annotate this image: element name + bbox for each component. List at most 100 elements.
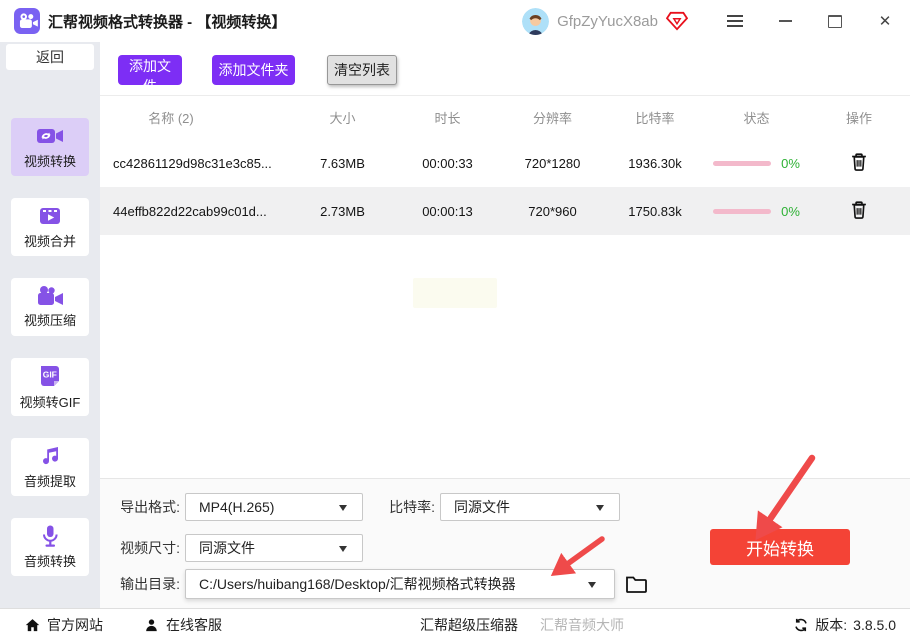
official-site-link[interactable]: 官方网站 <box>24 609 103 640</box>
column-header-action: 操作 <box>845 111 872 126</box>
vip-badge-icon[interactable] <box>666 11 688 31</box>
menu-bars <box>727 15 743 27</box>
file-name: 44effb822d22cab99c01d... <box>113 203 267 219</box>
version-value: 3.8.5.0 <box>853 617 896 633</box>
progress-percent: 0% <box>781 155 800 171</box>
toolbar: 添加文件 添加文件夹 清空列表 <box>100 42 910 96</box>
progress-bar <box>713 160 772 166</box>
table-row[interactable]: cc42861129d98c31e3c85... 7.63MB 00:00:33… <box>100 139 910 187</box>
file-duration: 00:00:13 <box>422 203 473 219</box>
chevron-down-icon <box>339 505 347 511</box>
export-format-select[interactable]: MP4(H.265) <box>185 493 363 521</box>
audio-master-link[interactable]: 汇帮音频大师 <box>540 609 624 640</box>
file-size: 2.73MB <box>320 203 365 219</box>
back-button[interactable]: 返回 <box>6 44 94 70</box>
official-site-label: 官方网站 <box>47 617 103 633</box>
compressor-link[interactable]: 汇帮超级压缩器 <box>420 609 518 640</box>
bitrate-select[interactable]: 同源文件 <box>440 493 620 521</box>
version-label: 版本: <box>815 617 848 633</box>
file-bitrate: 1750.83k <box>628 203 682 219</box>
export-format-label: 导出格式: <box>120 499 180 515</box>
online-service-link[interactable]: 在线客服 <box>143 609 222 640</box>
file-size: 7.63MB <box>320 155 365 171</box>
add-file-button[interactable]: 添加文件 <box>118 55 182 94</box>
minimize-button[interactable] <box>760 0 810 42</box>
sidebar-item-label: 音频转换 <box>23 554 76 569</box>
title-bar: 汇帮视频格式转换器 - 【视频转换】 GfpZyYucX8ab ✕ <box>0 0 910 43</box>
output-dir-label: 输出目录: <box>120 576 180 592</box>
title-left: 汇帮视频格式转换器 - 【视频转换】 <box>0 8 286 34</box>
watermark <box>413 278 497 308</box>
file-status: 0% <box>705 156 808 171</box>
sidebar-item-video-convert[interactable]: 视频转换 <box>11 118 89 176</box>
video-compress-icon <box>36 285 64 307</box>
video-size-value: 同源文件 <box>199 540 255 556</box>
folder-icon[interactable] <box>624 572 648 596</box>
chevron-down-icon <box>596 505 604 511</box>
add-folder-button[interactable]: 添加文件夹 <box>212 55 295 85</box>
video-merge-icon <box>37 204 63 228</box>
svg-text:GIF: GIF <box>43 370 57 380</box>
trash-icon[interactable] <box>847 199 871 223</box>
refresh-icon[interactable] <box>793 617 809 633</box>
sidebar-item-label: 视频转换 <box>23 154 76 169</box>
column-header-bitrate: 比特率 <box>635 111 675 126</box>
output-dir-value: C:/Users/huibang168/Desktop/汇帮视频格式转换器 <box>199 576 516 592</box>
username-label[interactable]: GfpZyYucX8ab <box>557 13 658 30</box>
online-service-label: 在线客服 <box>166 617 222 633</box>
column-header-name: 名称 (2) <box>148 111 194 126</box>
column-header-status: 状态 <box>743 111 770 126</box>
video-convert-icon <box>36 124 64 148</box>
close-button[interactable]: ✕ <box>860 0 910 42</box>
column-header-duration: 时长 <box>434 111 461 126</box>
sidebar-item-video-to-gif[interactable]: GIF 视频转GIF <box>11 358 89 416</box>
sidebar-item-audio-convert[interactable]: 音频转换 <box>11 518 89 576</box>
app-window: 汇帮视频格式转换器 - 【视频转换】 GfpZyYucX8ab ✕ 返回 视频转… <box>0 0 910 640</box>
user-avatar[interactable] <box>522 7 550 35</box>
file-name: cc42861129d98c31e3c85... <box>113 155 272 171</box>
sidebar-item-label: 视频转GIF <box>19 395 81 410</box>
chevron-down-icon <box>588 582 596 588</box>
sidebar-item-video-compress[interactable]: 视频压缩 <box>11 278 89 336</box>
home-icon <box>25 618 40 631</box>
row-actions <box>808 199 910 223</box>
person-icon <box>146 618 157 631</box>
export-format-value: MP4(H.265) <box>199 499 275 515</box>
video-size-select[interactable]: 同源文件 <box>185 534 363 562</box>
trash-icon[interactable] <box>847 151 871 175</box>
version-info: 版本: 3.8.5.0 <box>793 609 896 640</box>
title-right: GfpZyYucX8ab ✕ <box>522 0 910 42</box>
window-title: 汇帮视频格式转换器 - 【视频转换】 <box>48 13 287 31</box>
maximize-button[interactable] <box>810 0 860 42</box>
sidebar-item-label: 视频合并 <box>23 234 76 249</box>
sidebar-item-video-merge[interactable]: 视频合并 <box>11 198 89 256</box>
app-icon <box>14 8 40 34</box>
chevron-down-icon <box>339 546 347 552</box>
file-duration: 00:00:33 <box>422 155 473 171</box>
sidebar-item-label: 视频压缩 <box>23 313 76 328</box>
sidebar-item-audio-extract[interactable]: 音频提取 <box>11 438 89 496</box>
settings-panel: 导出格式: MP4(H.265) 比特率: 同源文件 视频尺寸: 同源文件 输出… <box>100 478 910 609</box>
audio-convert-icon <box>38 524 62 548</box>
clear-list-button[interactable]: 清空列表 <box>327 55 397 85</box>
column-header-size: 大小 <box>329 111 356 126</box>
bitrate-label: 比特率: <box>389 499 435 515</box>
table-row[interactable]: 44effb822d22cab99c01d... 2.73MB 00:00:13… <box>100 187 910 235</box>
hamburger-menu-icon[interactable] <box>710 0 760 42</box>
file-resolution: 720*960 <box>528 203 577 219</box>
column-header-resolution: 分辨率 <box>532 111 572 126</box>
file-list-area: 添加文件 添加文件夹 清空列表 名称 (2) 大小 时长 分辨率 比特率 状态 … <box>100 42 910 478</box>
audio-extract-icon <box>38 444 62 468</box>
footer-bar: 官方网站 在线客服 汇帮超级压缩器 汇帮音频大师 版本: 3.8.5.0 <box>0 608 910 640</box>
table-header: 名称 (2) 大小 时长 分辨率 比特率 状态 操作 <box>100 96 910 139</box>
file-resolution: 720*1280 <box>524 155 581 171</box>
video-size-label: 视频尺寸: <box>120 540 180 556</box>
start-convert-button[interactable]: 开始转换 <box>710 529 850 565</box>
sidebar-item-label: 音频提取 <box>23 474 76 489</box>
progress-percent: 0% <box>781 203 800 219</box>
sidebar: 返回 视频转换 视频合并 视频压缩 GIF 视频转GIF 音频提取 音频转换 <box>0 42 100 608</box>
row-actions <box>808 151 910 175</box>
video-to-gif-icon: GIF <box>37 363 63 389</box>
bitrate-value: 同源文件 <box>454 499 510 515</box>
output-dir-select[interactable]: C:/Users/huibang168/Desktop/汇帮视频格式转换器 <box>185 569 615 599</box>
